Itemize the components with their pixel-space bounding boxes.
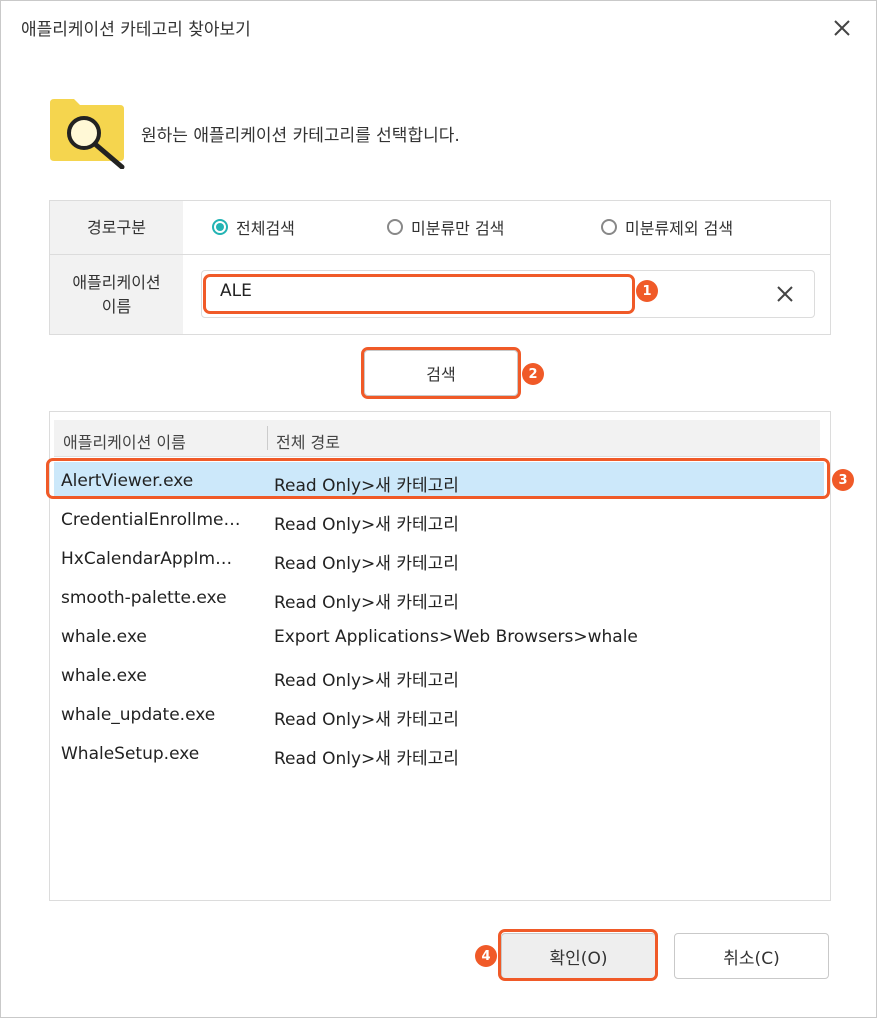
row-full-path: Read Only>새 카테고리 <box>274 476 459 496</box>
results-table: 애플리케이션 이름 전체 경로 AlertViewer.exe Read Onl… <box>49 411 831 901</box>
table-header: 애플리케이션 이름 전체 경로 <box>54 420 820 457</box>
row-full-path: Export Applications>Web Browsers>whale <box>274 627 638 647</box>
clear-input-icon[interactable] <box>774 283 796 305</box>
folder-search-icon <box>50 99 125 169</box>
radio-exclude-uncategorized[interactable]: 미분류제외 검색 <box>601 215 733 239</box>
row-app-name: whale_update.exe <box>61 705 216 725</box>
row-full-path: Read Only>새 카테고리 <box>274 554 459 574</box>
row-app-name: smooth-palette.exe <box>61 588 227 608</box>
search-button[interactable]: 검색 <box>364 350 518 396</box>
radio-unchecked-icon <box>387 219 403 235</box>
row-full-path: Read Only>새 카테고리 <box>274 749 459 769</box>
close-icon <box>834 20 850 36</box>
row-divider <box>183 254 830 255</box>
app-name-label-line1: 애플리케이션 <box>72 272 161 292</box>
column-header-app-name[interactable]: 애플리케이션 이름 <box>63 429 186 453</box>
table-row[interactable]: whale_update.exe Read Only>새 카테고리 <box>54 696 824 733</box>
app-name-input[interactable]: ALE <box>220 281 252 301</box>
column-separator[interactable] <box>267 426 268 450</box>
radio-unchecked-icon <box>601 219 617 235</box>
category-browser-dialog: 애플리케이션 카테고리 찾아보기 원하는 애플리케이션 카테고리를 선택합니다.… <box>0 0 877 1018</box>
instruction-text: 원하는 애플리케이션 카테고리를 선택합니다. <box>141 126 460 146</box>
ok-button[interactable]: 확인(O) <box>501 933 656 979</box>
table-row[interactable]: whale.exe Read Only>새 카테고리 <box>54 657 824 694</box>
radio-all-search[interactable]: 전체검색 <box>212 215 295 239</box>
callout-badge-4: 4 <box>475 945 497 967</box>
row-full-path: Read Only>새 카테고리 <box>274 515 459 535</box>
search-filter-panel: 경로구분 전체검색 미분류만 검색 미분류제외 검색 애플리케이션 이름 ALE <box>49 200 831 335</box>
row-app-name: whale.exe <box>61 627 147 647</box>
app-name-label: 애플리케이션 이름 <box>50 255 183 334</box>
table-row[interactable]: smooth-palette.exe Read Only>새 카테고리 <box>54 579 824 616</box>
radio-uncategorized-only[interactable]: 미분류만 검색 <box>387 215 504 239</box>
row-app-name: whale.exe <box>61 666 147 686</box>
row-app-name: HxCalendarAppIm… <box>61 549 233 569</box>
app-name-label-line2: 이름 <box>101 296 132 316</box>
radio-label: 미분류제외 검색 <box>625 219 734 238</box>
path-type-label: 경로구분 <box>50 201 183 255</box>
table-row[interactable]: HxCalendarAppIm… Read Only>새 카테고리 <box>54 540 824 577</box>
callout-badge-2: 2 <box>522 363 544 385</box>
callout-badge-3: 3 <box>832 469 854 491</box>
row-full-path: Read Only>새 카테고리 <box>274 593 459 613</box>
table-row[interactable]: whale.exe Export Applications>Web Browse… <box>54 618 824 655</box>
table-row[interactable]: CredentialEnrollme… Read Only>새 카테고리 <box>54 501 824 538</box>
row-app-name: CredentialEnrollme… <box>61 510 241 530</box>
table-row[interactable]: AlertViewer.exe Read Only>새 카테고리 <box>54 462 824 499</box>
table-row[interactable]: WhaleSetup.exe Read Only>새 카테고리 <box>54 735 824 772</box>
row-app-name: AlertViewer.exe <box>61 471 194 491</box>
dialog-title: 애플리케이션 카테고리 찾아보기 <box>21 20 251 40</box>
radio-label: 미분류만 검색 <box>411 219 505 238</box>
row-app-name: WhaleSetup.exe <box>61 744 200 764</box>
cancel-button[interactable]: 취소(C) <box>674 933 829 979</box>
row-full-path: Read Only>새 카테고리 <box>274 671 459 691</box>
callout-badge-1: 1 <box>636 280 658 302</box>
column-header-full-path[interactable]: 전체 경로 <box>276 429 340 453</box>
row-full-path: Read Only>새 카테고리 <box>274 710 459 730</box>
app-name-input-field[interactable]: ALE <box>201 270 815 318</box>
close-button[interactable] <box>827 13 857 43</box>
radio-label: 전체검색 <box>236 219 295 238</box>
radio-checked-icon <box>212 219 228 235</box>
